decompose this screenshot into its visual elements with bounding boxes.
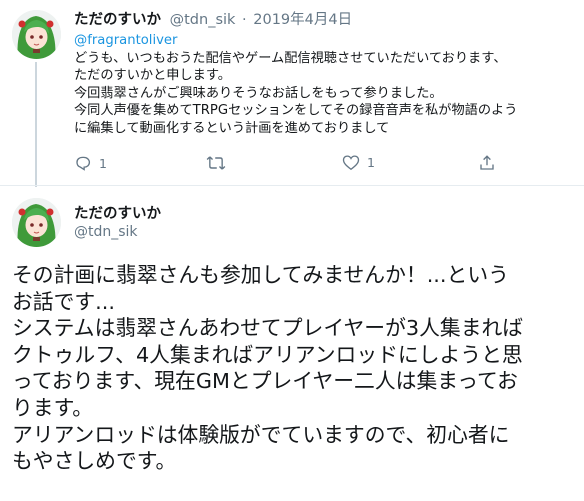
tweet-text-line: システムは翡翠さんあわせてプレイヤーが3人集まれば [12,316,524,341]
reply-count: 1 [99,155,107,171]
reply-button[interactable]: 1 [74,154,107,172]
tweet-text-line: クトゥルフ、4人集まればアリアンロッドにしようと思 [12,342,523,367]
tweet-text: @fragrantoliver どうも、いつもおうた配信やゲーム配信視聴させてい… [74,32,574,137]
separator-dot: · [242,12,247,28]
tweet-text-line: ります。 [12,395,94,420]
tweet-header: ただのすいか @tdn_sik · 2019年4月4日 [74,8,352,29]
tweet-text-line: に編集して動画化するという計画を進めておりまして [74,120,390,136]
mention-link[interactable]: @fragrantoliver [74,32,574,50]
like-button[interactable]: 1 [342,154,375,171]
tweet-date[interactable]: 2019年4月4日 [253,12,352,28]
tweet-text-line: ただのすいかと申します。 [74,68,231,83]
tweet-actions: 1 1 [74,154,574,176]
tweet-text-line: アリアンロッドは体験版がでていますので、初心者に [12,422,510,447]
tweet-text-line: もやさしめです。 [12,449,177,474]
display-name[interactable]: ただのすいか [74,202,161,223]
like-count: 1 [367,155,375,170]
reply-icon [74,154,92,172]
display-name[interactable]: ただのすいか [74,12,161,28]
tweet-text-line: その計画に翡翠さんも参加してみませんか！...という [12,263,509,287]
tweet-text-line: 今回翡翠さんがご興味ありそうなお話しをもって参りました。 [74,85,443,101]
handle[interactable]: @tdn_sik [170,12,236,28]
thread-connector-line [35,62,37,187]
tweet-text: その計画に翡翠さんも参加してみませんか！...という お話です... システムは… [12,262,582,475]
retweet-button[interactable] [206,154,226,172]
share-icon [478,154,496,172]
avatar[interactable] [12,10,61,59]
share-button[interactable] [478,154,496,172]
tweet-divider [0,185,584,186]
retweet-icon [206,154,226,172]
tweet-text-line: っております、現在GMとプレイヤー二人は集まってお [12,369,518,394]
avatar[interactable] [12,198,61,247]
tweet-text-line: どうも、いつもおうた配信やゲーム配信視聴させていただいております、 [74,50,507,66]
heart-icon [342,154,360,171]
tweet-text-line: 今同人声優を集めてTRPGセッションをしてその録音音声を私が物語のよう [74,103,518,118]
tweet-text-line: お話です... [12,289,116,314]
handle[interactable]: @tdn_sik [74,224,138,240]
